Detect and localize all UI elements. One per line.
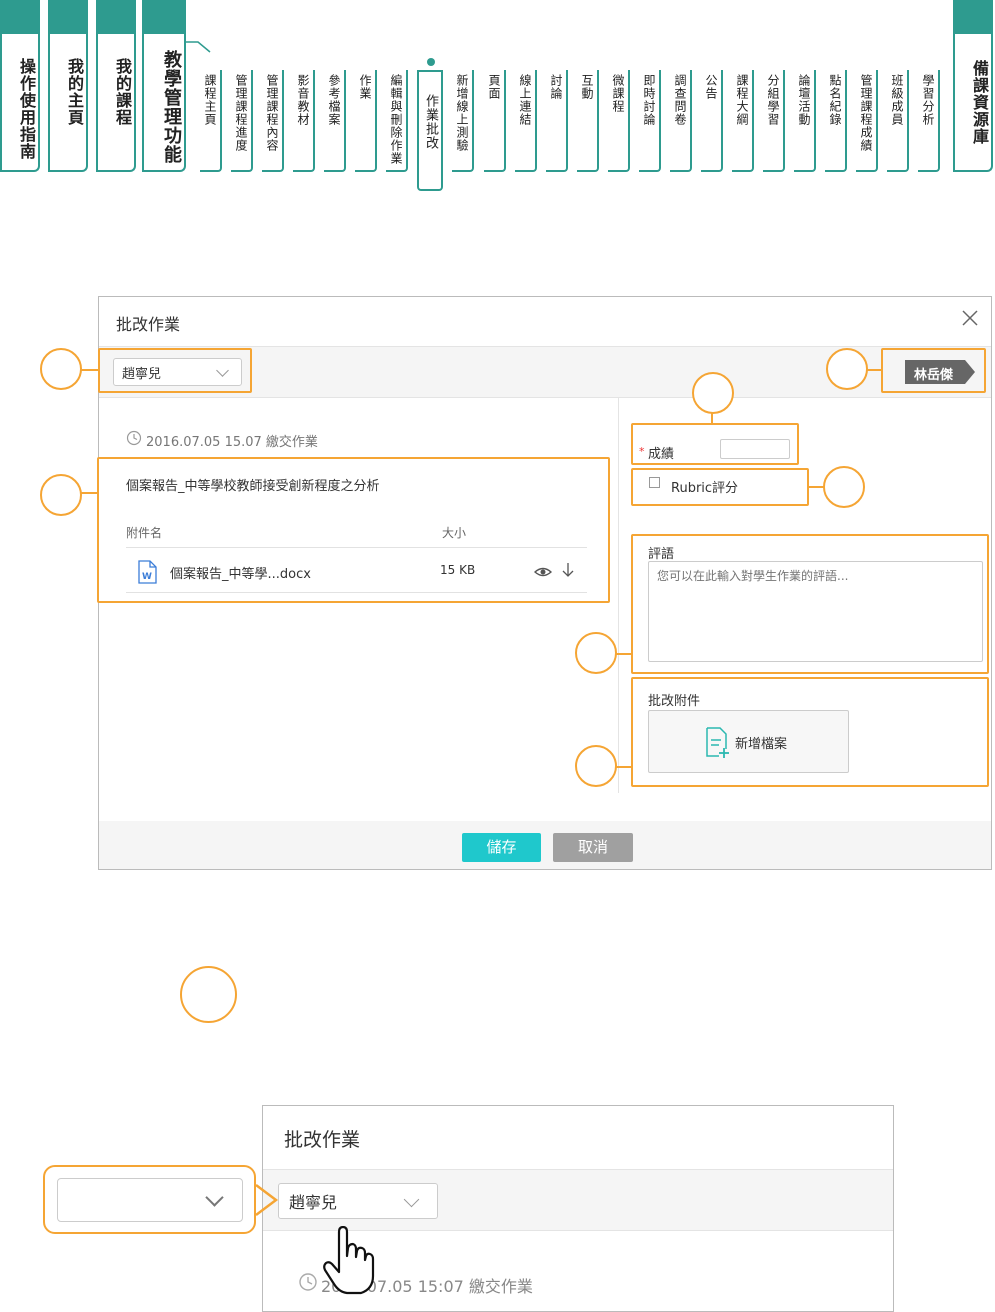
sub-tab-label: 點名紀錄 [828,74,842,126]
zoom-student-select-value: 趙寧兒 [289,1193,338,1212]
clock-icon [126,430,142,446]
sub-tab-6[interactable]: 編輯與刪除作業 [386,70,408,172]
sub-tab-21[interactable]: 管理課程成績 [856,70,878,172]
sub-tab-label: 微課程 [611,74,625,113]
callout-box-comment [631,534,989,674]
zoom-dialog-title: 批改作業 [284,1129,361,1151]
sub-tab-label: 線上連結 [518,74,532,126]
save-button[interactable]: 儲存 [462,833,541,862]
sub-tab-label: 分組學習 [766,74,780,126]
sub-tab-label: 管理課程內容 [265,74,279,152]
tab-teaching-management-label: 教學管理功能 [161,50,182,164]
callout-marker [823,466,865,508]
tab-resource-library[interactable]: 備課資源庫 [953,0,993,172]
sub-tab-label: 編輯與刪除作業 [389,74,403,165]
dialog-footer [99,821,991,869]
callout-marker [40,474,82,516]
sub-tab-label: 課程大綱 [735,74,749,126]
sub-tab-13[interactable]: 微課程 [608,70,630,172]
tab-my-home-label: 我的主頁 [65,58,84,126]
sub-tab-label: 論壇活動 [797,74,811,126]
tab-my-courses-label: 我的課程 [113,58,132,126]
zoom-empty-select [57,1178,243,1222]
cancel-button[interactable]: 取消 [553,833,633,862]
callout-box-submission [97,457,610,603]
sub-tab-label: 作業批改 [423,94,438,150]
callout-marker [575,745,617,787]
tab-connector-line [186,41,211,53]
callout-pointer [255,1184,279,1216]
tab-my-courses[interactable]: 我的課程 [96,0,136,172]
zoom-dialog: 批改作業 趙寧兒 2016.07.05 15:07 繳交作業 [262,1105,894,1312]
callout-box-attachment [631,677,989,787]
hand-cursor-icon [323,1226,375,1295]
sub-tab-label: 公告 [704,74,718,100]
callout-connector [80,492,97,494]
sub-tab-3[interactable]: 影音教材 [293,70,315,172]
sub-tab-1[interactable]: 管理課程進度 [231,70,253,172]
sub-tab-label: 即時討論 [642,74,656,126]
submit-time: 2016.07.05 15.07 繳交作業 [146,435,318,450]
sub-tab-label: 參考檔案 [327,74,341,126]
sub-tab-11[interactable]: 討論 [546,70,568,172]
callout-marker [826,348,868,390]
sub-tab-label: 管理課程進度 [234,74,248,152]
tab-guide[interactable]: 操作使用指南 [0,0,40,172]
sub-tab-12[interactable]: 互動 [577,70,599,172]
sub-tab-label: 管理課程成績 [859,74,873,152]
sub-tab-label: 互動 [580,74,594,100]
sub-tab-label: 作業 [358,74,372,100]
sub-tab-9[interactable]: 頁面 [484,70,506,172]
callout-box-score [631,423,799,465]
chevron-down-icon [205,1188,224,1207]
dialog-title: 批改作業 [116,315,181,334]
callout-marker [692,372,734,414]
sub-tab-8[interactable]: 新增線上測驗 [452,70,474,172]
sub-tab-label: 調查問卷 [673,74,687,126]
sub-tab-2[interactable]: 管理課程內容 [262,70,284,172]
callout-connector [866,369,881,371]
tab-guide-label: 操作使用指南 [17,58,36,160]
sub-tab-10[interactable]: 線上連結 [515,70,537,172]
column-divider [618,398,619,793]
callout-box-student-select [98,348,252,393]
callout-marker [40,348,82,390]
sub-tab-label: 課程主頁 [203,74,217,126]
sub-tab-label: 討論 [549,74,563,100]
sub-tab-label: 班級成員 [890,74,904,126]
zoom-student-select[interactable]: 趙寧兒 [278,1183,438,1219]
sub-tab-16[interactable]: 公告 [701,70,723,172]
sub-tab-7[interactable]: 作業批改 [417,70,443,191]
callout-box-next-student [881,348,986,393]
sub-tab-5[interactable]: 作業 [355,70,377,172]
sub-tab-14[interactable]: 即時討論 [639,70,661,172]
sub-tab-label: 新增線上測驗 [455,74,469,152]
sub-tab-15[interactable]: 調查問卷 [670,70,692,172]
sub-tab-19[interactable]: 論壇活動 [794,70,816,172]
sub-tab-20[interactable]: 點名紀錄 [825,70,847,172]
sub-tab-23[interactable]: 學習分析 [918,70,940,172]
sub-tab-4[interactable]: 參考檔案 [324,70,346,172]
tab-my-home[interactable]: 我的主頁 [48,0,88,172]
sub-tab-18[interactable]: 分組學習 [763,70,785,172]
sub-tab-label: 學習分析 [921,74,935,126]
tab-teaching-management[interactable]: 教學管理功能 [142,0,186,172]
tab-resource-library-label: 備課資源庫 [970,60,989,145]
close-icon[interactable] [961,309,979,327]
clock-icon [299,1273,317,1291]
callout-box-rubric [631,468,809,506]
sub-tab-0[interactable]: 課程主頁 [200,70,222,172]
chevron-down-icon [403,1191,420,1208]
step-marker [180,966,237,1023]
sub-tab-label: 頁面 [487,74,501,100]
sub-tab-17[interactable]: 課程大綱 [732,70,754,172]
sub-tab-label: 影音教材 [296,74,310,126]
sub-tab-22[interactable]: 班級成員 [887,70,909,172]
active-indicator-dot [427,58,435,66]
callout-marker [575,632,617,674]
